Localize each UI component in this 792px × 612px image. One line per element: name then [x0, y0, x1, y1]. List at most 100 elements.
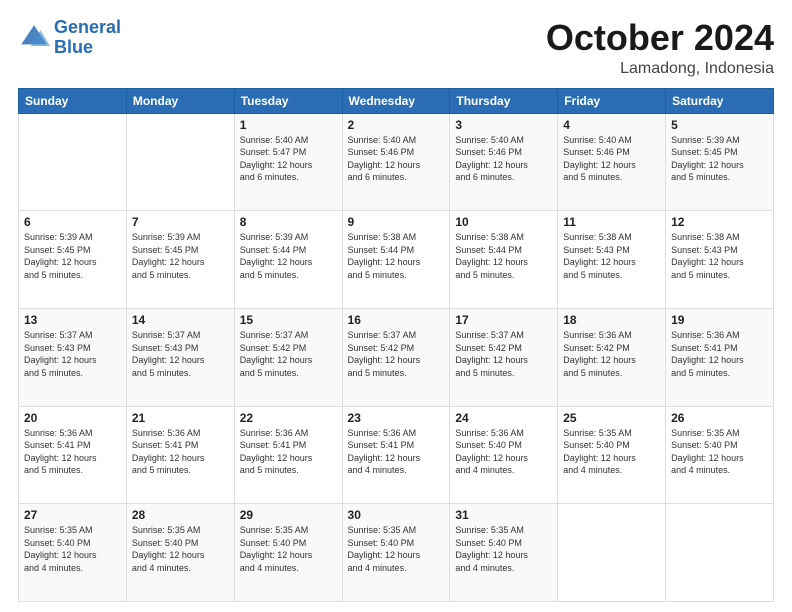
day-number: 2	[348, 118, 445, 132]
col-friday: Friday	[558, 88, 666, 113]
day-info: Sunrise: 5:35 AM Sunset: 5:40 PM Dayligh…	[24, 524, 121, 574]
table-row: 5 Sunrise: 5:39 AM Sunset: 5:45 PM Daylig…	[666, 113, 774, 211]
day-info: Sunrise: 5:37 AM Sunset: 5:43 PM Dayligh…	[24, 329, 121, 379]
table-row: 9 Sunrise: 5:38 AM Sunset: 5:44 PM Daylig…	[342, 211, 450, 309]
day-info: Sunrise: 5:37 AM Sunset: 5:42 PM Dayligh…	[348, 329, 445, 379]
day-info: Sunrise: 5:40 AM Sunset: 5:47 PM Dayligh…	[240, 134, 337, 184]
col-monday: Monday	[126, 88, 234, 113]
calendar-table: Sunday Monday Tuesday Wednesday Thursday…	[18, 88, 774, 602]
table-row	[126, 113, 234, 211]
table-row: 27Sunrise: 5:35 AM Sunset: 5:40 PM Dayli…	[19, 504, 127, 602]
day-number: 6	[24, 215, 121, 229]
day-info: Sunrise: 5:36 AM Sunset: 5:40 PM Dayligh…	[455, 427, 552, 477]
day-info: Sunrise: 5:36 AM Sunset: 5:42 PM Dayligh…	[563, 329, 660, 379]
day-info: Sunrise: 5:39 AM Sunset: 5:44 PM Dayligh…	[240, 231, 337, 281]
day-number: 19	[671, 313, 768, 327]
day-info: Sunrise: 5:40 AM Sunset: 5:46 PM Dayligh…	[563, 134, 660, 184]
table-row: 3Sunrise: 5:40 AM Sunset: 5:46 PM Daylig…	[450, 113, 558, 211]
calendar-week-1: 1 Sunrise: 5:40 AM Sunset: 5:47 PM Daylig…	[19, 113, 774, 211]
table-row: 20 Sunrise: 5:36 AM Sunset: 5:41 PM Dayli…	[19, 406, 127, 504]
calendar-week-4: 20 Sunrise: 5:36 AM Sunset: 5:41 PM Dayli…	[19, 406, 774, 504]
table-row: 6 Sunrise: 5:39 AM Sunset: 5:45 PM Daylig…	[19, 211, 127, 309]
table-row: 25 Sunrise: 5:35 AM Sunset: 5:40 PM Dayli…	[558, 406, 666, 504]
day-info: Sunrise: 5:39 AM Sunset: 5:45 PM Dayligh…	[671, 134, 768, 184]
day-info: Sunrise: 5:38 AM Sunset: 5:43 PM Dayligh…	[671, 231, 768, 281]
logo-line2: Blue	[54, 37, 93, 57]
table-row: 30 Sunrise: 5:35 AM Sunset: 5:40 PM Dayli…	[342, 504, 450, 602]
day-number: 25	[563, 411, 660, 425]
day-number: 20	[24, 411, 121, 425]
table-row: 14Sunrise: 5:37 AM Sunset: 5:43 PM Dayli…	[126, 308, 234, 406]
day-info: Sunrise: 5:35 AM Sunset: 5:40 PM Dayligh…	[348, 524, 445, 574]
day-number: 29	[240, 508, 337, 522]
day-info: Sunrise: 5:37 AM Sunset: 5:42 PM Dayligh…	[455, 329, 552, 379]
day-number: 5	[671, 118, 768, 132]
table-row: 29 Sunrise: 5:35 AM Sunset: 5:40 PM Dayli…	[234, 504, 342, 602]
day-number: 24	[455, 411, 552, 425]
calendar-week-2: 6 Sunrise: 5:39 AM Sunset: 5:45 PM Daylig…	[19, 211, 774, 309]
day-number: 8	[240, 215, 337, 229]
day-info: Sunrise: 5:40 AM Sunset: 5:46 PM Dayligh…	[348, 134, 445, 184]
table-row: 16 Sunrise: 5:37 AM Sunset: 5:42 PM Dayli…	[342, 308, 450, 406]
table-row: 26Sunrise: 5:35 AM Sunset: 5:40 PM Dayli…	[666, 406, 774, 504]
table-row	[558, 504, 666, 602]
col-sunday: Sunday	[19, 88, 127, 113]
day-info: Sunrise: 5:37 AM Sunset: 5:43 PM Dayligh…	[132, 329, 229, 379]
calendar-header-row: Sunday Monday Tuesday Wednesday Thursday…	[19, 88, 774, 113]
day-number: 28	[132, 508, 229, 522]
day-number: 4	[563, 118, 660, 132]
table-row: 24 Sunrise: 5:36 AM Sunset: 5:40 PM Dayli…	[450, 406, 558, 504]
col-thursday: Thursday	[450, 88, 558, 113]
logo-line1: General	[54, 17, 121, 37]
day-info: Sunrise: 5:36 AM Sunset: 5:41 PM Dayligh…	[132, 427, 229, 477]
day-info: Sunrise: 5:39 AM Sunset: 5:45 PM Dayligh…	[24, 231, 121, 281]
table-row: 22 Sunrise: 5:36 AM Sunset: 5:41 PM Dayli…	[234, 406, 342, 504]
day-number: 12	[671, 215, 768, 229]
logo-icon	[18, 22, 50, 54]
table-row: 19 Sunrise: 5:36 AM Sunset: 5:41 PM Dayli…	[666, 308, 774, 406]
day-number: 18	[563, 313, 660, 327]
day-number: 30	[348, 508, 445, 522]
day-number: 31	[455, 508, 552, 522]
logo: General Blue	[18, 18, 121, 58]
logo-text: General Blue	[54, 18, 121, 58]
table-row: 13Sunrise: 5:37 AM Sunset: 5:43 PM Dayli…	[19, 308, 127, 406]
day-number: 3	[455, 118, 552, 132]
day-info: Sunrise: 5:35 AM Sunset: 5:40 PM Dayligh…	[671, 427, 768, 477]
day-number: 11	[563, 215, 660, 229]
table-row: 11 Sunrise: 5:38 AM Sunset: 5:43 PM Dayli…	[558, 211, 666, 309]
header: General Blue October 2024 Lamadong, Indo…	[18, 18, 774, 78]
table-row: 15 Sunrise: 5:37 AM Sunset: 5:42 PM Dayli…	[234, 308, 342, 406]
day-number: 1	[240, 118, 337, 132]
day-number: 22	[240, 411, 337, 425]
day-info: Sunrise: 5:35 AM Sunset: 5:40 PM Dayligh…	[563, 427, 660, 477]
table-row: 28Sunrise: 5:35 AM Sunset: 5:40 PM Dayli…	[126, 504, 234, 602]
table-row: 7Sunrise: 5:39 AM Sunset: 5:45 PM Daylig…	[126, 211, 234, 309]
table-row: 12 Sunrise: 5:38 AM Sunset: 5:43 PM Dayli…	[666, 211, 774, 309]
table-row: 17 Sunrise: 5:37 AM Sunset: 5:42 PM Dayli…	[450, 308, 558, 406]
day-number: 7	[132, 215, 229, 229]
day-info: Sunrise: 5:36 AM Sunset: 5:41 PM Dayligh…	[671, 329, 768, 379]
day-info: Sunrise: 5:36 AM Sunset: 5:41 PM Dayligh…	[240, 427, 337, 477]
calendar-week-5: 27Sunrise: 5:35 AM Sunset: 5:40 PM Dayli…	[19, 504, 774, 602]
day-number: 17	[455, 313, 552, 327]
day-number: 10	[455, 215, 552, 229]
table-row: 18 Sunrise: 5:36 AM Sunset: 5:42 PM Dayli…	[558, 308, 666, 406]
table-row: 31Sunrise: 5:35 AM Sunset: 5:40 PM Dayli…	[450, 504, 558, 602]
table-row: 8 Sunrise: 5:39 AM Sunset: 5:44 PM Daylig…	[234, 211, 342, 309]
day-number: 23	[348, 411, 445, 425]
month-title: October 2024	[546, 18, 774, 58]
calendar-week-3: 13Sunrise: 5:37 AM Sunset: 5:43 PM Dayli…	[19, 308, 774, 406]
day-number: 16	[348, 313, 445, 327]
day-info: Sunrise: 5:35 AM Sunset: 5:40 PM Dayligh…	[240, 524, 337, 574]
day-number: 9	[348, 215, 445, 229]
day-info: Sunrise: 5:38 AM Sunset: 5:44 PM Dayligh…	[348, 231, 445, 281]
location-title: Lamadong, Indonesia	[546, 60, 774, 78]
col-wednesday: Wednesday	[342, 88, 450, 113]
table-row	[19, 113, 127, 211]
day-info: Sunrise: 5:36 AM Sunset: 5:41 PM Dayligh…	[24, 427, 121, 477]
day-info: Sunrise: 5:38 AM Sunset: 5:43 PM Dayligh…	[563, 231, 660, 281]
day-number: 15	[240, 313, 337, 327]
day-info: Sunrise: 5:37 AM Sunset: 5:42 PM Dayligh…	[240, 329, 337, 379]
table-row: 23Sunrise: 5:36 AM Sunset: 5:41 PM Dayli…	[342, 406, 450, 504]
